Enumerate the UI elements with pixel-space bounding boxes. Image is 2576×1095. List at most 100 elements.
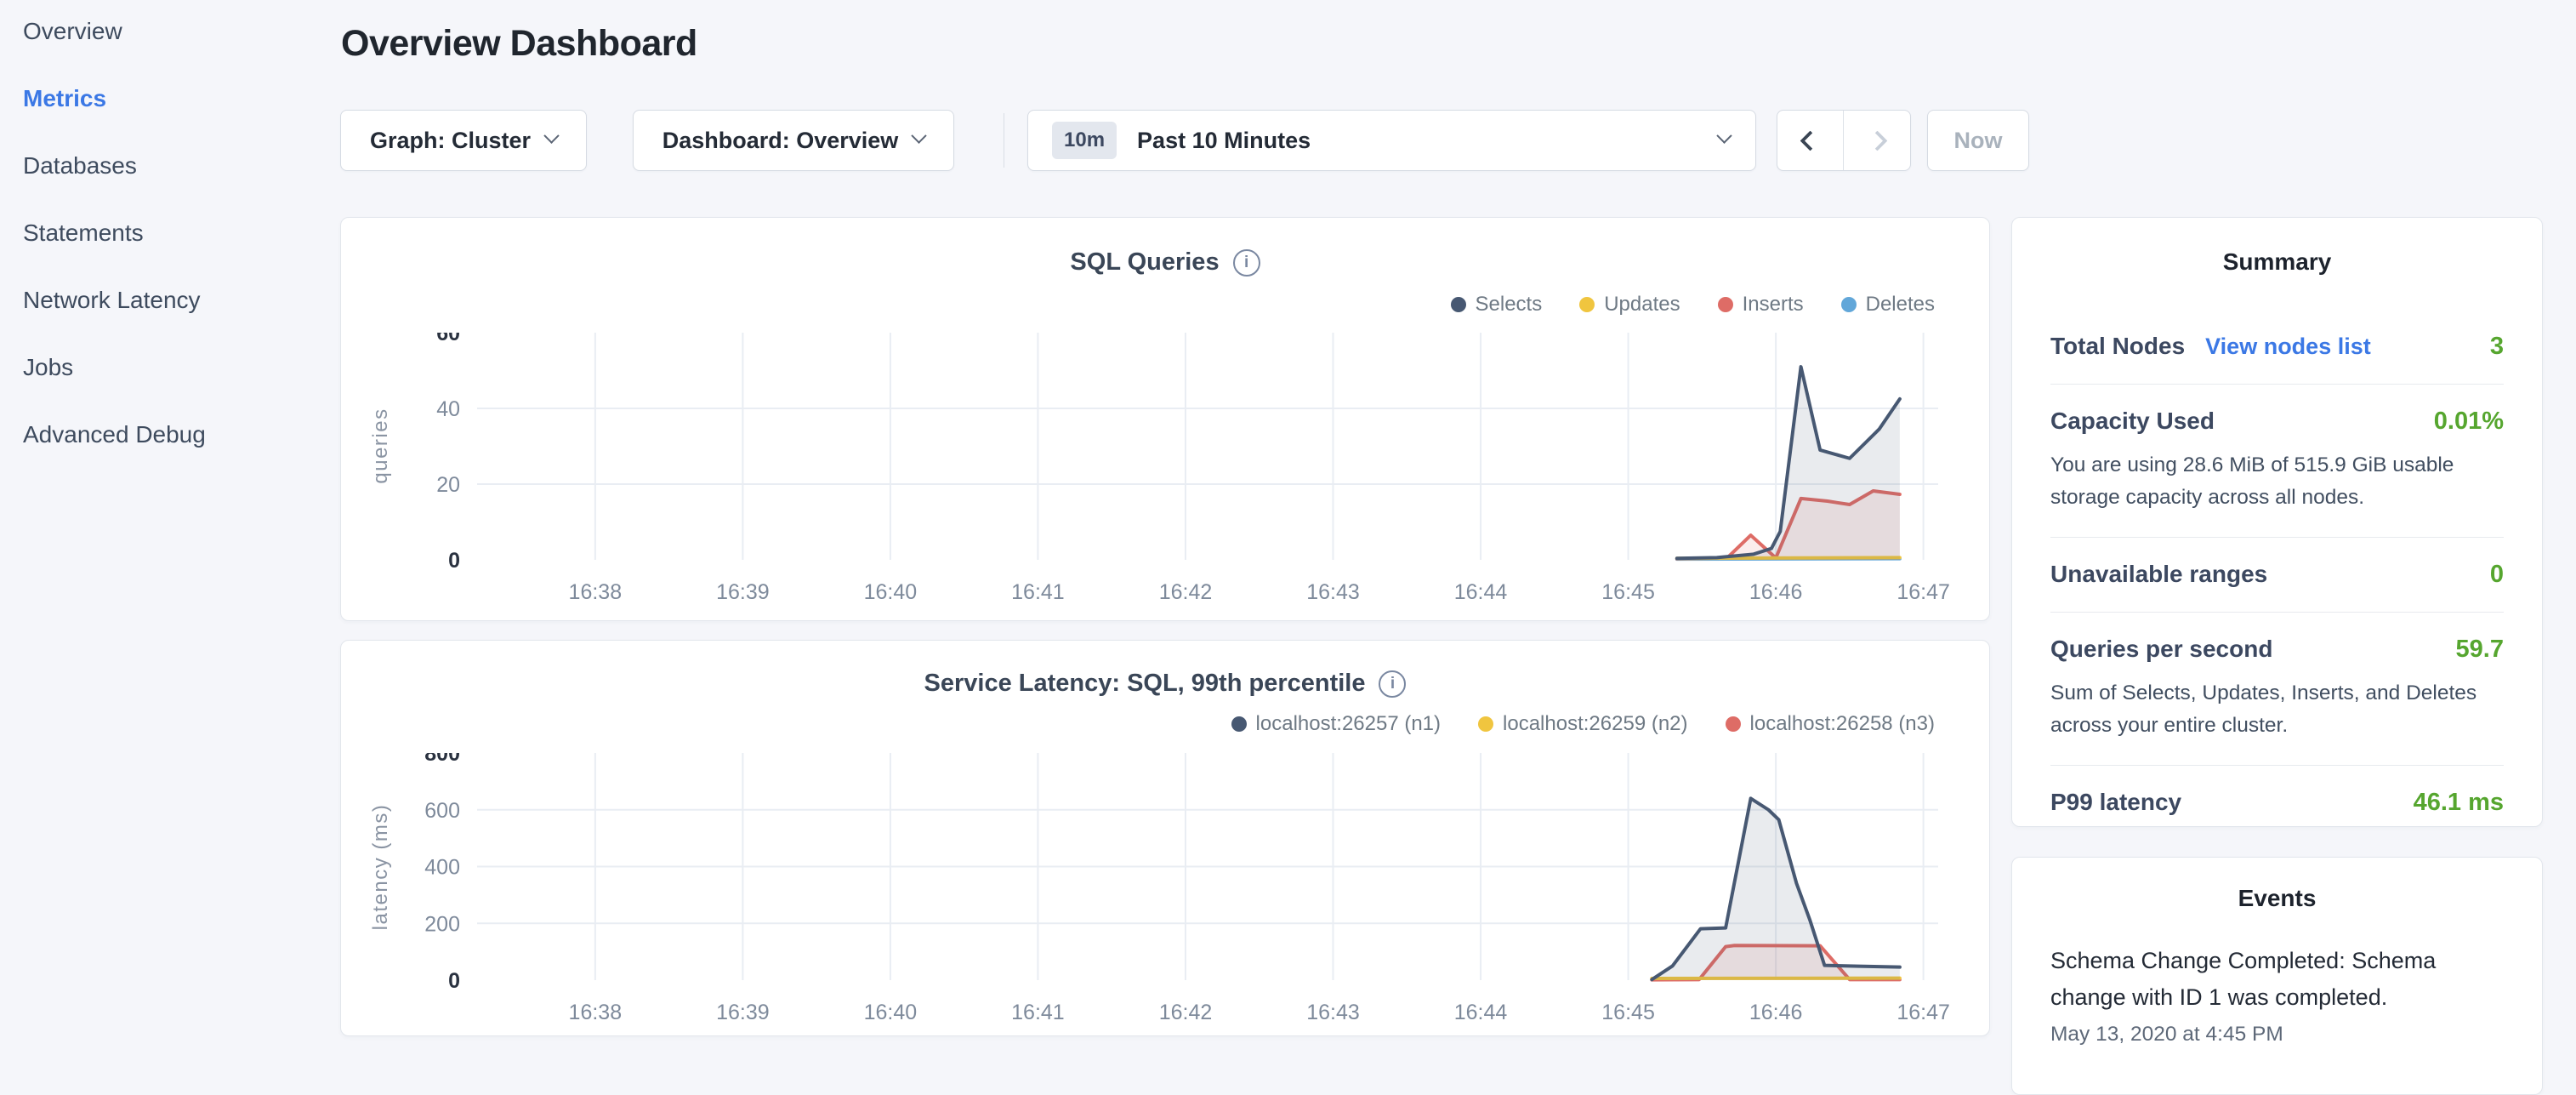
chevron-down-icon xyxy=(543,128,559,143)
time-nav-group xyxy=(1777,110,1911,171)
legend-label: Inserts xyxy=(1743,293,1804,317)
summary-panel: Summary Total Nodes View nodes list 3 Ca… xyxy=(2011,217,2543,827)
sidebar-item-databases[interactable]: Databases xyxy=(23,150,329,182)
sidebar-item-statements[interactable]: Statements xyxy=(23,217,329,249)
summary-title: Summary xyxy=(2050,248,2504,276)
qps-label: Queries per second xyxy=(2050,636,2272,663)
y-tick-label: 40 xyxy=(436,397,460,421)
graph-scope-dropdown[interactable]: Graph: Cluster xyxy=(340,110,587,171)
chevron-down-icon xyxy=(912,128,927,143)
x-tick-label: 16:41 xyxy=(1011,1001,1065,1024)
service-latency-chart-card: Service Latency: SQL, 99th percentile i … xyxy=(340,640,1990,1036)
legend-label: Updates xyxy=(1604,293,1680,317)
info-icon[interactable]: i xyxy=(1233,249,1260,277)
qps-value: 59.7 xyxy=(2456,636,2504,664)
chart-title-row: SQL Queries i xyxy=(341,248,1989,277)
sidebar-item-metrics[interactable]: Metrics xyxy=(23,83,329,115)
time-next-button[interactable] xyxy=(1844,111,1910,170)
sql-queries-chart-card: SQL Queries i Selects Updates Inserts Delet… xyxy=(340,217,1990,621)
time-prev-button[interactable] xyxy=(1777,111,1844,170)
event-time: May 13, 2020 at 4:45 PM xyxy=(2050,1023,2504,1047)
x-tick-label: 16:45 xyxy=(1601,580,1655,604)
unavailable-ranges-value: 0 xyxy=(2490,561,2504,589)
legend-dot-icon xyxy=(1231,716,1247,732)
x-tick-label: 16:40 xyxy=(864,1001,918,1024)
x-tick-label: 16:43 xyxy=(1306,1001,1360,1024)
sidebar: Overview Metrics Databases Statements Ne… xyxy=(23,15,329,486)
y-tick-label: 400 xyxy=(424,856,460,880)
x-tick-label: 16:42 xyxy=(1159,580,1213,604)
time-window-label: Past 10 Minutes xyxy=(1137,128,1311,154)
now-button[interactable]: Now xyxy=(1927,110,2029,171)
y-tick-label: 0 xyxy=(448,969,460,993)
legend-item[interactable]: Deletes xyxy=(1841,293,1935,317)
x-tick-label: 16:39 xyxy=(716,1001,770,1024)
unavailable-ranges-label: Unavailable ranges xyxy=(2050,561,2267,588)
x-tick-label: 16:39 xyxy=(716,580,770,604)
dashboard-label: Dashboard: Overview xyxy=(662,128,899,154)
event-text: Schema Change Completed: Schema change w… xyxy=(2050,943,2504,1016)
capacity-label: Capacity Used xyxy=(2050,408,2215,435)
total-nodes-label: Total Nodes xyxy=(2050,333,2185,360)
legend-label: Deletes xyxy=(1866,293,1935,317)
legend-item[interactable]: Updates xyxy=(1579,293,1680,317)
legend-label: localhost:26258 (n3) xyxy=(1750,712,1935,736)
chevron-right-icon xyxy=(1867,130,1887,151)
info-icon[interactable]: i xyxy=(1379,670,1406,698)
summary-row-capacity: Capacity Used 0.01% You are using 28.6 M… xyxy=(2050,384,2504,537)
chevron-left-icon xyxy=(1800,130,1820,151)
view-nodes-list-link[interactable]: View nodes list xyxy=(2205,334,2371,360)
x-tick-label: 16:44 xyxy=(1454,580,1508,604)
y-tick-label: 600 xyxy=(424,799,460,823)
x-tick-label: 16:47 xyxy=(1896,580,1950,604)
summary-row-total-nodes: Total Nodes View nodes list 3 xyxy=(2050,310,2504,384)
chart-canvas[interactable]: 16:3816:3916:4016:4116:4216:4316:4416:45… xyxy=(341,753,1957,1029)
legend-item[interactable]: Selects xyxy=(1451,293,1543,317)
event-item[interactable]: Schema Change Completed: Schema change w… xyxy=(2050,943,2504,1047)
dashboard-dropdown[interactable]: Dashboard: Overview xyxy=(633,110,954,171)
sidebar-item-overview[interactable]: Overview xyxy=(23,15,329,48)
legend-item[interactable]: localhost:26257 (n1) xyxy=(1231,712,1441,736)
sidebar-item-network-latency[interactable]: Network Latency xyxy=(23,284,329,317)
y-tick-label: 0 xyxy=(448,549,460,573)
chart-title: Service Latency: SQL, 99th percentile xyxy=(924,670,1366,698)
chart-legend: Selects Updates Inserts Deletes xyxy=(1413,293,1936,317)
x-tick-label: 16:45 xyxy=(1601,1001,1655,1024)
y-tick-label: 20 xyxy=(436,473,460,497)
x-tick-label: 16:43 xyxy=(1306,580,1360,604)
legend-item[interactable]: localhost:26259 (n2) xyxy=(1478,712,1687,736)
x-tick-label: 16:40 xyxy=(864,580,918,604)
legend-item[interactable]: localhost:26258 (n3) xyxy=(1726,712,1935,736)
chevron-down-icon xyxy=(1716,128,1732,143)
summary-row-qps: Queries per second 59.7 Sum of Selects, … xyxy=(2050,612,2504,765)
sidebar-item-jobs[interactable]: Jobs xyxy=(23,351,329,384)
legend-dot-icon xyxy=(1841,297,1857,312)
chart-legend: localhost:26257 (n1) localhost:26259 (n2)… xyxy=(1194,712,1935,736)
x-tick-label: 16:42 xyxy=(1159,1001,1213,1024)
time-window-badge: 10m xyxy=(1052,122,1117,159)
x-tick-label: 16:46 xyxy=(1749,1001,1803,1024)
sidebar-item-advanced-debug[interactable]: Advanced Debug xyxy=(23,419,329,451)
y-tick-label: 800 xyxy=(424,753,460,766)
legend-label: localhost:26257 (n1) xyxy=(1256,712,1441,736)
total-nodes-value: 3 xyxy=(2490,333,2504,361)
y-tick-label: 60 xyxy=(436,333,460,345)
series-area xyxy=(1652,798,1900,980)
chart-canvas[interactable]: 16:38 16:39 16:40 16:41 16:42 16:43 16:44 16:45… xyxy=(341,333,1957,609)
chart-title: SQL Queries xyxy=(1070,248,1219,277)
chart-title-row: Service Latency: SQL, 99th percentile i xyxy=(341,670,1989,698)
y-tick-label: 200 xyxy=(424,912,460,936)
capacity-value: 0.01% xyxy=(2434,408,2504,436)
qps-desc: Sum of Selects, Updates, Inserts, and De… xyxy=(2050,677,2504,742)
x-tick-label: 16:41 xyxy=(1011,580,1065,604)
legend-item[interactable]: Inserts xyxy=(1718,293,1804,317)
legend-dot-icon xyxy=(1579,297,1595,312)
time-window-selector[interactable]: 10m Past 10 Minutes xyxy=(1027,110,1756,171)
x-tick-label: 16:38 xyxy=(569,580,623,604)
legend-dot-icon xyxy=(1718,297,1733,312)
legend-label: localhost:26259 (n2) xyxy=(1503,712,1687,736)
page-title: Overview Dashboard xyxy=(341,23,697,65)
legend-label: Selects xyxy=(1476,293,1543,317)
p99-latency-value: 46.1 ms xyxy=(2414,789,2504,817)
capacity-desc: You are using 28.6 MiB of 515.9 GiB usab… xyxy=(2050,449,2504,514)
